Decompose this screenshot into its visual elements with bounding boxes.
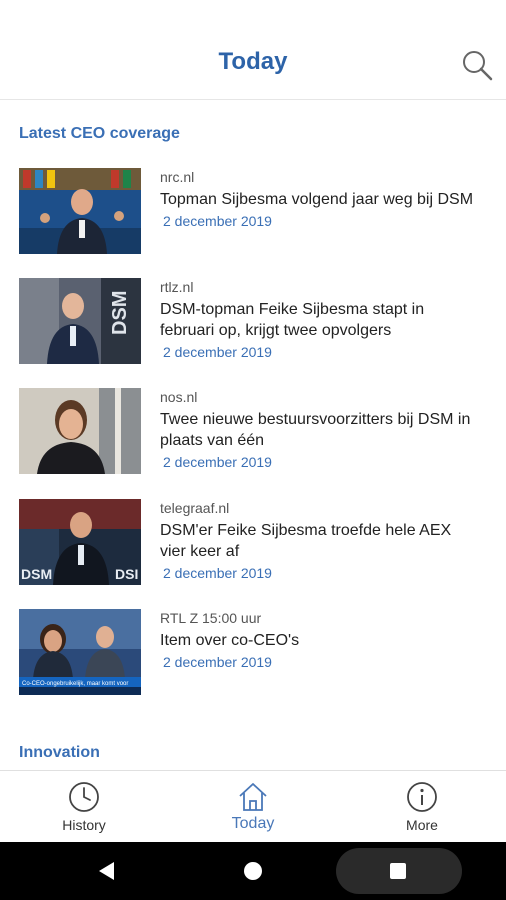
article-thumbnail: Co-CEO-ongebruikelijk, maar komt voor bbox=[19, 609, 141, 695]
nav-today-label: Today bbox=[231, 815, 275, 832]
nav-history[interactable]: History bbox=[24, 771, 144, 843]
article-item[interactable]: nrc.nl Topman Sijbesma volgend jaar weg … bbox=[19, 168, 489, 258]
article-source: rtlz.nl bbox=[160, 279, 194, 295]
article-item[interactable]: DSM rtlz.nl DSM-topman Feike Sijbesma st… bbox=[19, 278, 489, 368]
app-header: Today bbox=[0, 0, 506, 100]
article-date: 2 december 2019 bbox=[163, 454, 272, 470]
article-item[interactable]: nos.nl Twee nieuwe bestuursvoorzitters b… bbox=[19, 388, 489, 478]
article-thumbnail: DSI DSM bbox=[19, 499, 141, 585]
article-headline[interactable]: DSM-topman Feike Sijbesma stapt in febru… bbox=[160, 299, 480, 341]
article-thumbnail: DSM bbox=[19, 278, 141, 364]
article-source: nos.nl bbox=[160, 389, 198, 405]
article-date: 2 december 2019 bbox=[163, 344, 272, 360]
nav-more-label: More bbox=[406, 817, 438, 833]
page-title: Today bbox=[218, 48, 288, 75]
thumb-logo-text: DSM bbox=[109, 291, 131, 335]
search-icon[interactable] bbox=[460, 48, 494, 82]
system-navigation-bar bbox=[0, 842, 506, 900]
thumb-logo-text: DSM bbox=[21, 566, 52, 582]
nav-more[interactable]: More bbox=[362, 771, 482, 843]
article-date: 2 december 2019 bbox=[163, 565, 272, 581]
article-source: nrc.nl bbox=[160, 169, 195, 185]
section-title-ceo-coverage[interactable]: Latest CEO coverage bbox=[19, 125, 180, 143]
home-button-icon[interactable] bbox=[243, 861, 263, 881]
article-source: RTL Z 15:00 uur bbox=[160, 610, 262, 626]
home-icon bbox=[239, 783, 267, 811]
nav-history-label: History bbox=[62, 817, 106, 833]
article-headline[interactable]: Twee nieuwe bestuursvoorzitters bij DSM … bbox=[160, 409, 480, 451]
clock-icon bbox=[69, 782, 99, 812]
thumb-logo-text: DSI bbox=[115, 566, 138, 582]
recents-icon[interactable] bbox=[389, 862, 407, 880]
article-headline[interactable]: Item over co-CEO's bbox=[160, 630, 480, 651]
article-item[interactable]: Co-CEO-ongebruikelijk, maar komt voor RT… bbox=[19, 609, 489, 699]
thumb-caption-text: Co-CEO-ongebruikelijk, maar komt voor bbox=[22, 681, 128, 687]
article-headline[interactable]: DSM'er Feike Sijbesma troefde hele AEX v… bbox=[160, 520, 480, 562]
bottom-navigation: History Today More bbox=[0, 770, 506, 842]
nav-today[interactable]: Today bbox=[193, 771, 313, 843]
article-item[interactable]: DSI DSM telegraaf.nl DSM'er Feike Sijbes… bbox=[19, 499, 489, 589]
info-icon bbox=[407, 782, 437, 812]
article-thumbnail bbox=[19, 388, 141, 474]
article-thumbnail bbox=[19, 168, 141, 254]
section-title-innovation[interactable]: Innovation bbox=[19, 744, 100, 762]
article-source: telegraaf.nl bbox=[160, 500, 230, 516]
back-icon[interactable] bbox=[95, 860, 117, 882]
article-headline[interactable]: Topman Sijbesma volgend jaar weg bij DSM bbox=[160, 189, 480, 210]
article-date: 2 december 2019 bbox=[163, 213, 272, 229]
article-date: 2 december 2019 bbox=[163, 654, 272, 670]
